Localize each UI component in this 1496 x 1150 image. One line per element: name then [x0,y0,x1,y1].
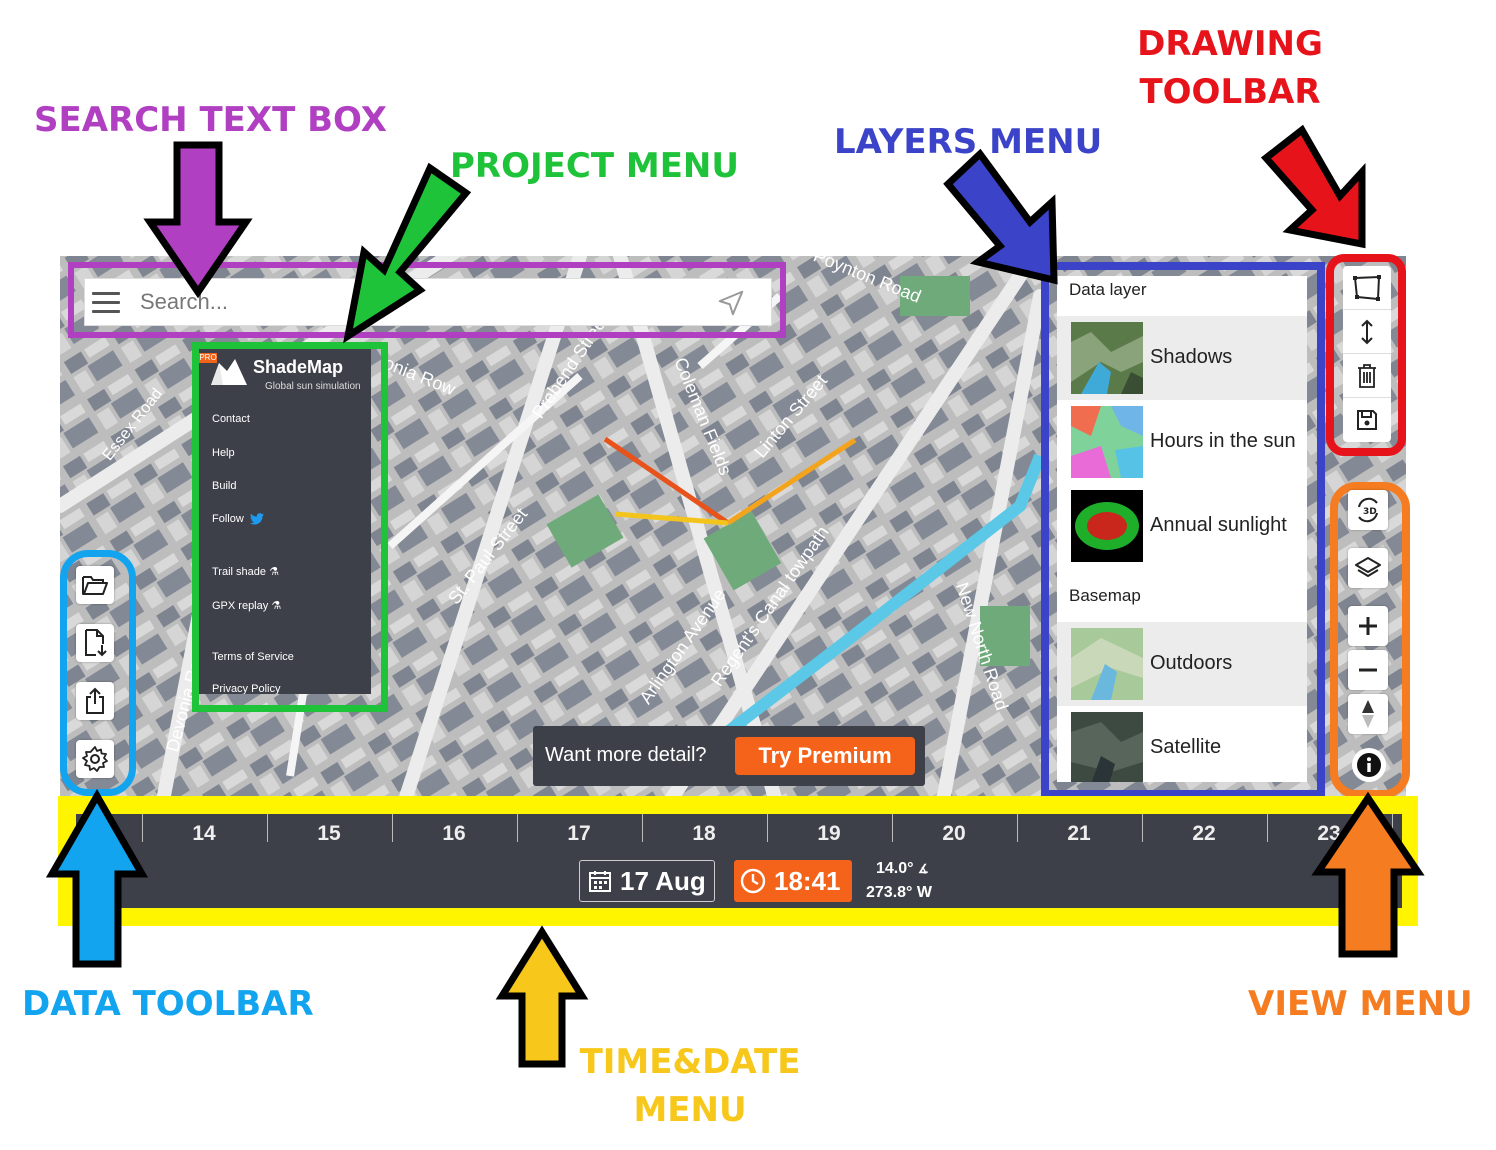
arrow-time [495,925,589,1068]
annotation-arrows [45,124,1425,1068]
arrow-project [343,162,472,344]
arrow-layers [943,148,1058,285]
arrow-data-toolbar [45,788,149,968]
arrow-drawing [1260,124,1366,249]
arrow-view [1311,791,1425,958]
arrow-search [143,141,253,299]
